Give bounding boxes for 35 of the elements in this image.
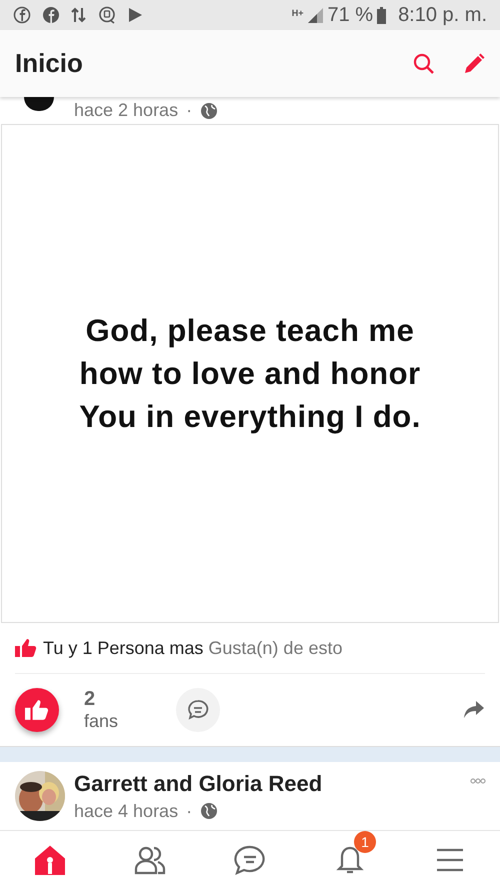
facebook-outline-icon [13, 6, 31, 24]
more-options-icon[interactable] [470, 778, 486, 784]
notification-badge: 1 [354, 830, 376, 852]
battery-icon [377, 6, 386, 24]
thumbs-up-icon [25, 699, 49, 721]
comment-button[interactable] [176, 688, 220, 732]
like-button[interactable] [15, 688, 59, 732]
fan-count: 2 [84, 688, 96, 711]
likes-text: Tu y 1 Persona mas Gusta(n) de esto [43, 638, 342, 658]
data-arrows-icon [71, 6, 87, 24]
comment-icon [186, 698, 210, 722]
app-title: Inicio [15, 48, 83, 79]
search-icon[interactable] [412, 52, 436, 76]
globe-icon [200, 102, 218, 120]
globe-icon [200, 802, 218, 820]
pencil-icon[interactable] [462, 52, 486, 76]
network-label: H+ [292, 8, 304, 18]
post-time: hace 4 horas [74, 800, 178, 822]
share-icon[interactable] [463, 700, 485, 720]
signal-icon [307, 7, 324, 23]
quote-text: God, please teach me how to love and honor You in everything I do. [78, 312, 422, 436]
facebook-icon [42, 6, 60, 24]
avatar [24, 97, 54, 111]
author-name[interactable]: Garrett and Gloria Reed [74, 770, 322, 796]
chat-tab[interactable] [234, 844, 266, 874]
fan-label: fans [84, 711, 120, 732]
clock: 8:10 p. m. [398, 4, 487, 26]
thumbs-up-icon [15, 638, 37, 658]
play-store-icon [127, 6, 143, 24]
home-tab[interactable] [34, 844, 66, 874]
separator-dot: · [186, 100, 192, 121]
battery-percent: 71 % [327, 4, 374, 26]
separator-dot: · [186, 800, 192, 822]
groups-tab[interactable] [134, 844, 166, 874]
post-time: hace 2 horas [74, 100, 178, 121]
